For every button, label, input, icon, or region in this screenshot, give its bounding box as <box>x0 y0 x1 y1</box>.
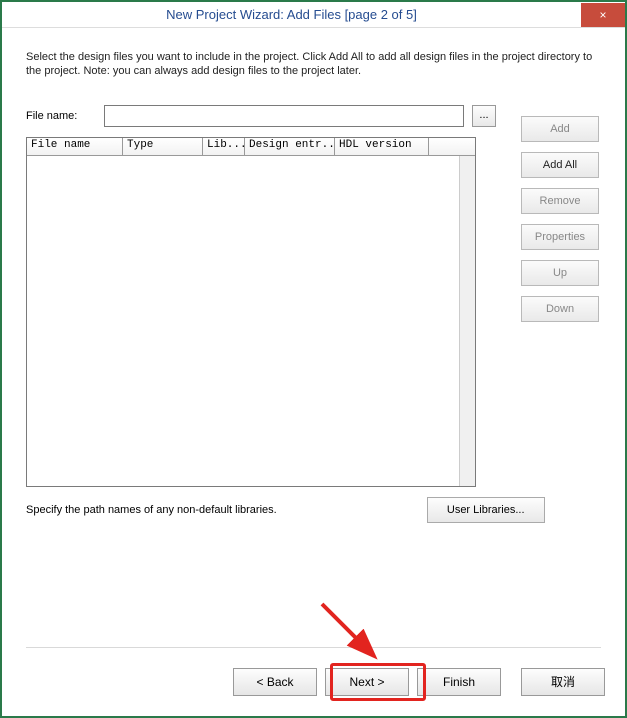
col-hdl-version[interactable]: HDL version <box>335 138 429 155</box>
remove-button[interactable]: Remove <box>521 188 599 214</box>
add-all-button[interactable]: Add All <box>521 152 599 178</box>
next-button[interactable]: Next > <box>325 668 409 696</box>
properties-button[interactable]: Properties <box>521 224 599 250</box>
table-header-row: File name Type Lib... Design entr... HDL… <box>27 138 475 156</box>
side-button-column: Add Add All Remove Properties Up Down <box>521 116 599 322</box>
up-button[interactable]: Up <box>521 260 599 286</box>
finish-button[interactable]: Finish <box>417 668 501 696</box>
browse-button[interactable]: ... <box>472 105 496 127</box>
separator <box>26 647 601 648</box>
window-title: New Project Wizard: Add Files [page 2 of… <box>2 7 581 22</box>
file-name-row: File name: ... <box>26 105 601 127</box>
user-libraries-button[interactable]: User Libraries... <box>427 497 545 523</box>
close-button[interactable]: × <box>581 3 625 27</box>
col-file-name[interactable]: File name <box>27 138 123 155</box>
col-library[interactable]: Lib... <box>203 138 245 155</box>
file-list-table[interactable]: File name Type Lib... Design entr... HDL… <box>26 137 476 487</box>
add-button[interactable]: Add <box>521 116 599 142</box>
library-text: Specify the path names of any non-defaul… <box>26 504 277 516</box>
down-button[interactable]: Down <box>521 296 599 322</box>
annotation-arrow-icon <box>312 594 412 674</box>
file-name-input[interactable] <box>104 105 464 127</box>
wizard-window: New Project Wizard: Add Files [page 2 of… <box>0 0 627 718</box>
close-icon: × <box>599 8 606 22</box>
col-type[interactable]: Type <box>123 138 203 155</box>
col-design-entry[interactable]: Design entr... <box>245 138 335 155</box>
wizard-nav-bar: < Back Next > Finish 取消 <box>233 668 605 696</box>
titlebar: New Project Wizard: Add Files [page 2 of… <box>2 2 625 28</box>
file-name-label: File name: <box>26 110 96 122</box>
back-button[interactable]: < Back <box>233 668 317 696</box>
library-row: Specify the path names of any non-defaul… <box>26 497 601 523</box>
col-tail[interactable] <box>429 138 475 155</box>
cancel-button[interactable]: 取消 <box>521 668 605 696</box>
vertical-scrollbar[interactable] <box>459 156 475 486</box>
instructions-text: Select the design files you want to incl… <box>26 50 601 79</box>
